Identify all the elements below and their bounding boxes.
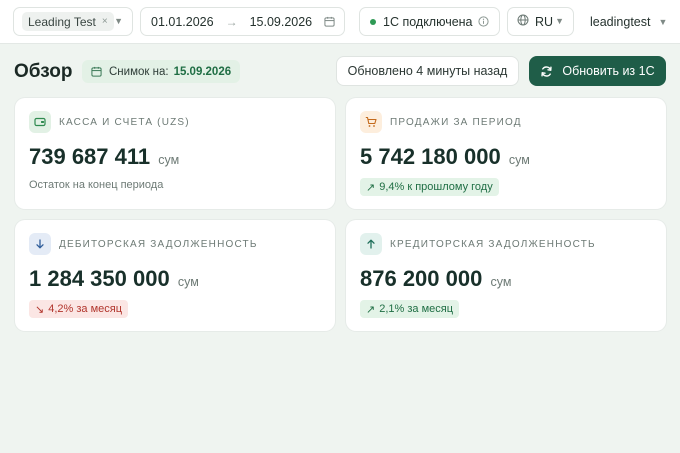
trend-badge: ↗ 2,1% за месяц [360, 300, 460, 318]
card-value: 739 687 411 сум [29, 144, 180, 169]
user-name: leadingtest [590, 14, 651, 29]
trend-down-icon: ↘ [35, 303, 45, 316]
payables-card: КРЕДИТОРСКАЯ ЗАДОЛЖЕННОСТЬ 876 200 000 с… [346, 220, 666, 331]
trend-up-icon: ↗ [366, 181, 376, 194]
trend-badge: ↗ 9,4% к прошлому году [360, 178, 499, 196]
chevron-down-icon[interactable]: ▼ [555, 16, 564, 26]
date-from[interactable]: 01.01.2026 [151, 15, 214, 29]
language-select[interactable]: RU ▼ [507, 7, 574, 36]
globe-icon [517, 14, 529, 29]
chevron-down-icon[interactable]: ▼ [114, 16, 123, 26]
card-label: КАССА И СЧЕТА (UZS) [59, 117, 190, 128]
arrow-up-icon [360, 233, 382, 255]
card-value: 1 284 350 000 сум [29, 266, 199, 291]
card-label: ДЕБИТОРСКАЯ ЗАДОЛЖЕННОСТЬ [59, 239, 258, 250]
snapshot-date: 15.09.2026 [173, 65, 232, 78]
cart-icon [360, 111, 382, 133]
chevron-down-icon[interactable]: ▼ [658, 17, 667, 27]
date-range-picker[interactable]: 01.01.2026 → 15.09.2026 [140, 7, 345, 36]
top-bar: Leading Test × ▼ 01.01.2026 → 15.09.2026… [0, 0, 680, 44]
organization-select[interactable]: Leading Test × ▼ [13, 7, 133, 36]
snapshot-badge: Снимок на: 15.09.2026 [82, 60, 241, 83]
info-icon[interactable] [478, 16, 489, 30]
refresh-from-1c-button[interactable]: Обновить из 1С [529, 56, 666, 86]
connection-status-label: 1С подключена [383, 14, 473, 29]
arrow-down-icon [29, 233, 51, 255]
wallet-icon [29, 111, 51, 133]
chip-remove-icon[interactable]: × [102, 16, 108, 27]
card-label: ПРОДАЖИ ЗА ПЕРИОД [390, 117, 522, 128]
status-dot-icon [370, 18, 376, 25]
snapshot-label: Снимок на: [109, 65, 169, 78]
sales-period-card: ПРОДАЖИ ЗА ПЕРИОД 5 742 180 000 сум ↗ 9,4… [346, 98, 666, 209]
date-to[interactable]: 15.09.2026 [250, 15, 313, 29]
card-value: 5 742 180 000 сум [360, 144, 530, 169]
page-title: Обзор [14, 61, 73, 82]
organization-chip-label: Leading Test [28, 14, 96, 29]
user-menu[interactable]: leadingtest ▼ [590, 7, 667, 36]
card-subtitle: Остаток на конец периода [29, 179, 164, 191]
card-value: 876 200 000 сум [360, 266, 512, 291]
trend-badge: ↘ 4,2% за месяц [29, 300, 129, 318]
trend-up-icon: ↗ [366, 303, 376, 316]
refresh-icon [541, 65, 553, 77]
organization-chip: Leading Test × [22, 12, 114, 31]
calendar-icon [91, 66, 102, 77]
language-label: RU [535, 14, 554, 29]
card-label: КРЕДИТОРСКАЯ ЗАДОЛЖЕННОСТЬ [390, 239, 596, 250]
calendar-icon[interactable] [324, 16, 335, 30]
connection-status[interactable]: 1С подключена [359, 7, 500, 36]
arrow-right-icon: → [225, 14, 238, 29]
last-updated-label: Обновлено 4 минуты назад [336, 56, 519, 86]
cash-accounts-card: КАССА И СЧЕТА (UZS) 739 687 411 сум Оста… [15, 98, 335, 209]
refresh-button-label: Обновить из 1С [562, 64, 655, 78]
receivables-card: ДЕБИТОРСКАЯ ЗАДОЛЖЕННОСТЬ 1 284 350 000 … [15, 220, 335, 331]
